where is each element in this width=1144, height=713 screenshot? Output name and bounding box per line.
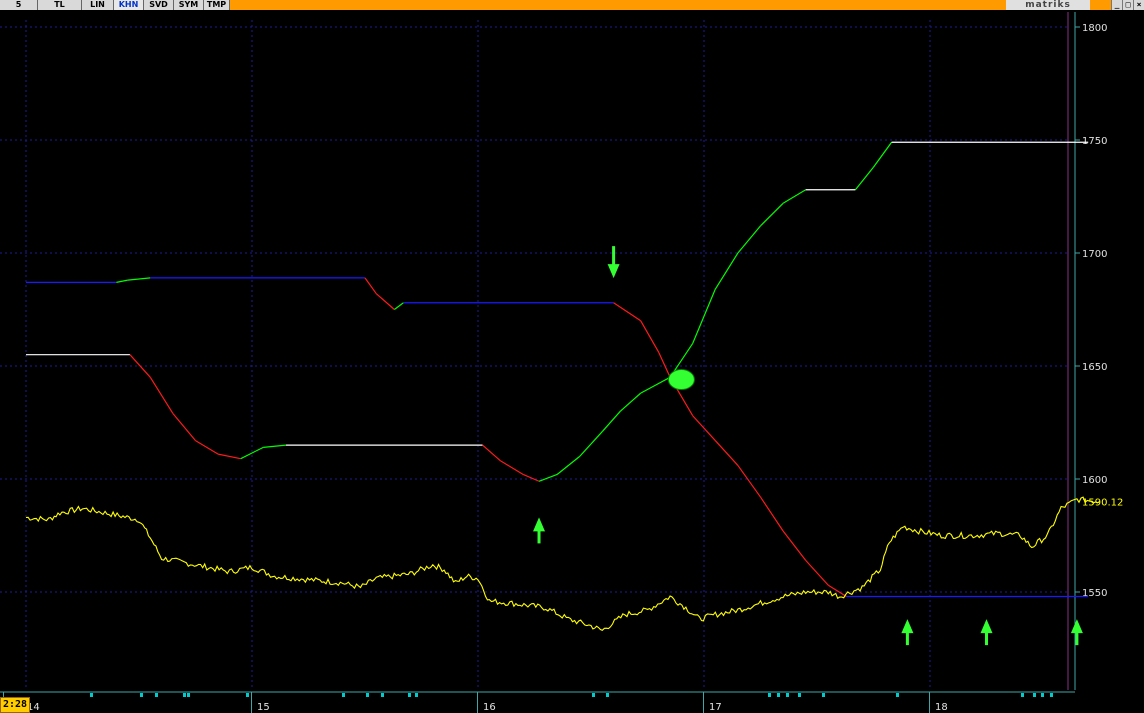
arrow-down-icon [607,264,620,279]
lower-band-segment [500,460,524,475]
x-axis-tick [822,693,825,697]
x-axis-tick [1050,693,1053,697]
toolbar-button-tmp[interactable]: TMP [204,0,230,10]
arrow-up-icon [1070,619,1083,634]
lower-band-segment [556,455,581,475]
lower-band-segment [538,473,558,482]
lower-band-segment [263,444,286,448]
lower-band-segment [129,354,151,378]
x-axis-tick [1041,693,1044,697]
upper-band-segment [760,496,784,532]
close-icon[interactable]: × [1133,0,1144,10]
x-tick-label: 18 [935,702,948,713]
x-axis-tick [1033,693,1036,697]
y-tick-label: 1650 [1082,362,1107,373]
y-tick-label: 1800 [1082,23,1107,34]
y-tick-label: 1600 [1082,475,1107,486]
lower-band-segment [854,166,874,191]
x-axis-tick [381,693,384,697]
upper-band-segment [127,277,151,281]
upper-band-segment [782,530,807,561]
x-axis-tick [777,693,780,697]
lower-band-segment [195,440,219,455]
minimize-icon[interactable]: _ [1111,0,1122,10]
lower-band-segment [737,225,761,254]
x-axis-tick [798,693,801,697]
x-tick-label: 15 [257,702,270,713]
toolbar-button-khn[interactable]: KHN [114,0,144,10]
x-axis-tick [415,693,418,697]
x-axis-tick [1021,693,1024,697]
x-axis-tick [342,693,345,697]
x-axis-tick [592,693,595,697]
lower-band-segment [217,453,241,460]
lower-band-segment [579,431,603,457]
brand-logo: matriks [1006,0,1090,10]
upper-band-segment [375,293,395,310]
arrow-up-icon [533,517,546,532]
toolbar: 5 TL LIN KHN SVD SYM TMP matriks _ □ × [0,0,1144,10]
x-axis-tick [786,693,789,697]
last-value-label: 1590.12 [1082,497,1123,508]
arrow-up-icon [980,619,993,634]
toolbar-button-svd[interactable]: SVD [144,0,174,10]
x-axis-tick [155,693,158,697]
toolbar-button-tl[interactable]: TL [38,0,82,10]
lower-band-segment [522,473,540,482]
lower-band-segment [873,141,893,168]
upper-band-segment [364,277,377,295]
clock-readout: 2:28 [0,697,31,713]
upper-band-segment [714,440,739,466]
x-tick-label: 16 [483,702,496,713]
x-axis-tick [768,693,771,697]
lower-band-segment [760,202,784,227]
arrow-up-icon [901,619,914,634]
upper-band-segment [737,465,761,498]
y-tick-label: 1750 [1082,136,1107,147]
x-tick-label: 17 [709,702,722,713]
lower-band-segment [149,376,174,414]
upper-band-segment [805,559,829,586]
x-axis-tick [366,693,369,697]
lower-band-segment [482,444,501,462]
toolbar-button-sym[interactable]: SYM [174,0,204,10]
lower-band-segment [601,410,621,432]
x-axis-tick [187,693,190,697]
lower-band-segment [172,413,196,441]
lower-band-segment [714,252,739,290]
y-tick-label: 1700 [1082,249,1107,260]
lower-band-segment [640,376,671,394]
crossover-marker [667,369,695,391]
x-axis-tick [140,693,143,697]
upper-band-segment [827,584,847,598]
upper-band-segment [658,352,671,378]
x-axis-tick [183,693,186,697]
upper-band-segment [394,302,404,310]
x-axis-tick [90,693,93,697]
maximize-icon[interactable]: □ [1122,0,1133,10]
x-axis-tick [246,693,249,697]
x-axis-tick [606,693,609,697]
upper-band-segment [116,279,128,283]
upper-band-segment [613,302,642,322]
x-axis-tick [896,693,899,697]
lower-band-segment [782,189,807,204]
y-tick-label: 1550 [1082,588,1107,599]
toolbar-button-period[interactable]: 5 [0,0,38,10]
price-line [25,496,1100,631]
price-chart[interactable]: 15501600165017001750180014 15 16 17 181590.1… [0,10,1144,713]
x-axis-tick [408,693,411,697]
upper-band-segment [640,320,660,353]
toolbar-button-lin[interactable]: LIN [82,0,114,10]
lower-band-segment [619,392,642,412]
